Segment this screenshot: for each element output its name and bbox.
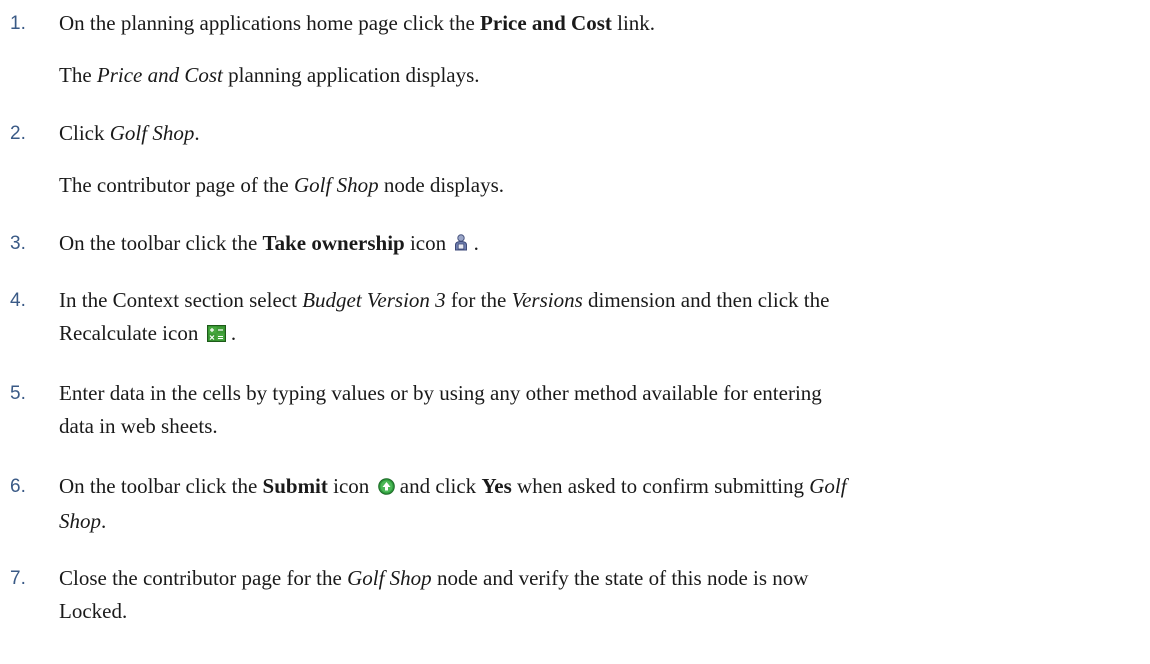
result-text: The bbox=[59, 63, 97, 87]
step-result: The contributor page of the Golf Shop no… bbox=[59, 169, 504, 202]
step-number: 6. bbox=[10, 476, 26, 497]
step-1-result: The Price and Cost planning application … bbox=[0, 59, 520, 92]
step-number: 3. bbox=[10, 233, 26, 254]
step-2-result: The contributor page of the Golf Shop no… bbox=[0, 169, 544, 202]
result-emphasis: Golf Shop bbox=[294, 173, 379, 197]
instruction-text: for the bbox=[445, 288, 512, 312]
step-2: 2. Click Golf Shop. bbox=[0, 117, 240, 150]
instruction-text: On the toolbar click the bbox=[59, 474, 263, 498]
submit-icon bbox=[377, 472, 395, 505]
step-number: 4. bbox=[10, 290, 26, 311]
step-6: 6. On the toolbar click the Submit icon … bbox=[0, 470, 887, 538]
step-instruction-cont: Shop. bbox=[59, 505, 847, 538]
step-result: The Price and Cost planning application … bbox=[59, 59, 480, 92]
step-1: 1. On the planning applications home pag… bbox=[0, 7, 695, 40]
step-instruction: Close the contributor page for the Golf … bbox=[59, 562, 808, 595]
step-4: 4. In the Context section select Budget … bbox=[0, 284, 869, 352]
instruction-text: Close the contributor page for the bbox=[59, 566, 348, 590]
step-7: 7. Close the contributor page for the Go… bbox=[0, 562, 848, 628]
instruction-text: . bbox=[101, 509, 107, 533]
instruction-text: In the Context section select bbox=[59, 288, 303, 312]
step-instruction: Enter data in the cells by typing values… bbox=[59, 381, 822, 405]
instruction-text: node and verify the state of this node i… bbox=[431, 566, 809, 590]
ui-label-italic: Golf Shop bbox=[347, 566, 432, 590]
recalculate-icon bbox=[206, 319, 226, 352]
ui-label-italic: Versions bbox=[511, 288, 583, 312]
step-number: 1. bbox=[10, 13, 26, 34]
step-number: 7. bbox=[10, 568, 26, 589]
instruction-text: Click bbox=[59, 121, 110, 145]
step-instruction-cont: data in web sheets. bbox=[59, 414, 218, 438]
result-emphasis: Price and Cost bbox=[96, 63, 223, 87]
result-text: node displays. bbox=[378, 173, 504, 197]
step-5: 5. Enter data in the cells by typing val… bbox=[0, 377, 862, 443]
ui-label-italic: Golf bbox=[809, 474, 847, 498]
step-number: 2. bbox=[10, 123, 26, 144]
result-text: The contributor page of the bbox=[59, 173, 294, 197]
step-instruction-cont: Locked. bbox=[59, 599, 128, 623]
ui-label-bold: Price and Cost bbox=[480, 11, 612, 35]
ui-label-italic: Shop bbox=[59, 509, 101, 533]
ui-label-italic: Budget Version 3 bbox=[302, 288, 446, 312]
take-ownership-icon bbox=[454, 229, 468, 262]
instruction-text: icon bbox=[327, 474, 370, 498]
ui-label-bold: Yes bbox=[481, 474, 512, 498]
instruction-text: link. bbox=[611, 11, 656, 35]
instruction-text: icon bbox=[404, 231, 447, 255]
step-instruction: On the planning applications home page c… bbox=[59, 7, 655, 40]
result-text: planning application displays. bbox=[222, 63, 480, 87]
step-instruction-cont: Recalculate icon . bbox=[59, 317, 829, 352]
instruction-text: dimension and then click the bbox=[582, 288, 830, 312]
ui-label-bold: Take ownership bbox=[262, 231, 405, 255]
step-instruction: Click Golf Shop. bbox=[59, 117, 200, 150]
ui-label-bold: Submit bbox=[262, 474, 328, 498]
instruction-text: Recalculate icon bbox=[59, 321, 199, 345]
step-3: 3. On the toolbar click the Take ownersh… bbox=[0, 227, 519, 262]
step-instruction: On the toolbar click the Take ownership … bbox=[59, 227, 479, 262]
step-number: 5. bbox=[10, 383, 26, 404]
step-instruction: On the toolbar click the Submit icon and… bbox=[59, 470, 847, 505]
instruction-text: and click bbox=[394, 474, 482, 498]
instruction-text: On the toolbar click the bbox=[59, 231, 263, 255]
instruction-text: On the planning applications home page c… bbox=[59, 11, 481, 35]
step-instruction: In the Context section select Budget Ver… bbox=[59, 284, 829, 317]
instruction-text: when asked to confirm submitting bbox=[511, 474, 810, 498]
instruction-text: . bbox=[225, 321, 237, 345]
instruction-text: . bbox=[194, 121, 200, 145]
instruction-text: . bbox=[468, 231, 479, 255]
ui-label-italic: Golf Shop bbox=[109, 121, 195, 145]
